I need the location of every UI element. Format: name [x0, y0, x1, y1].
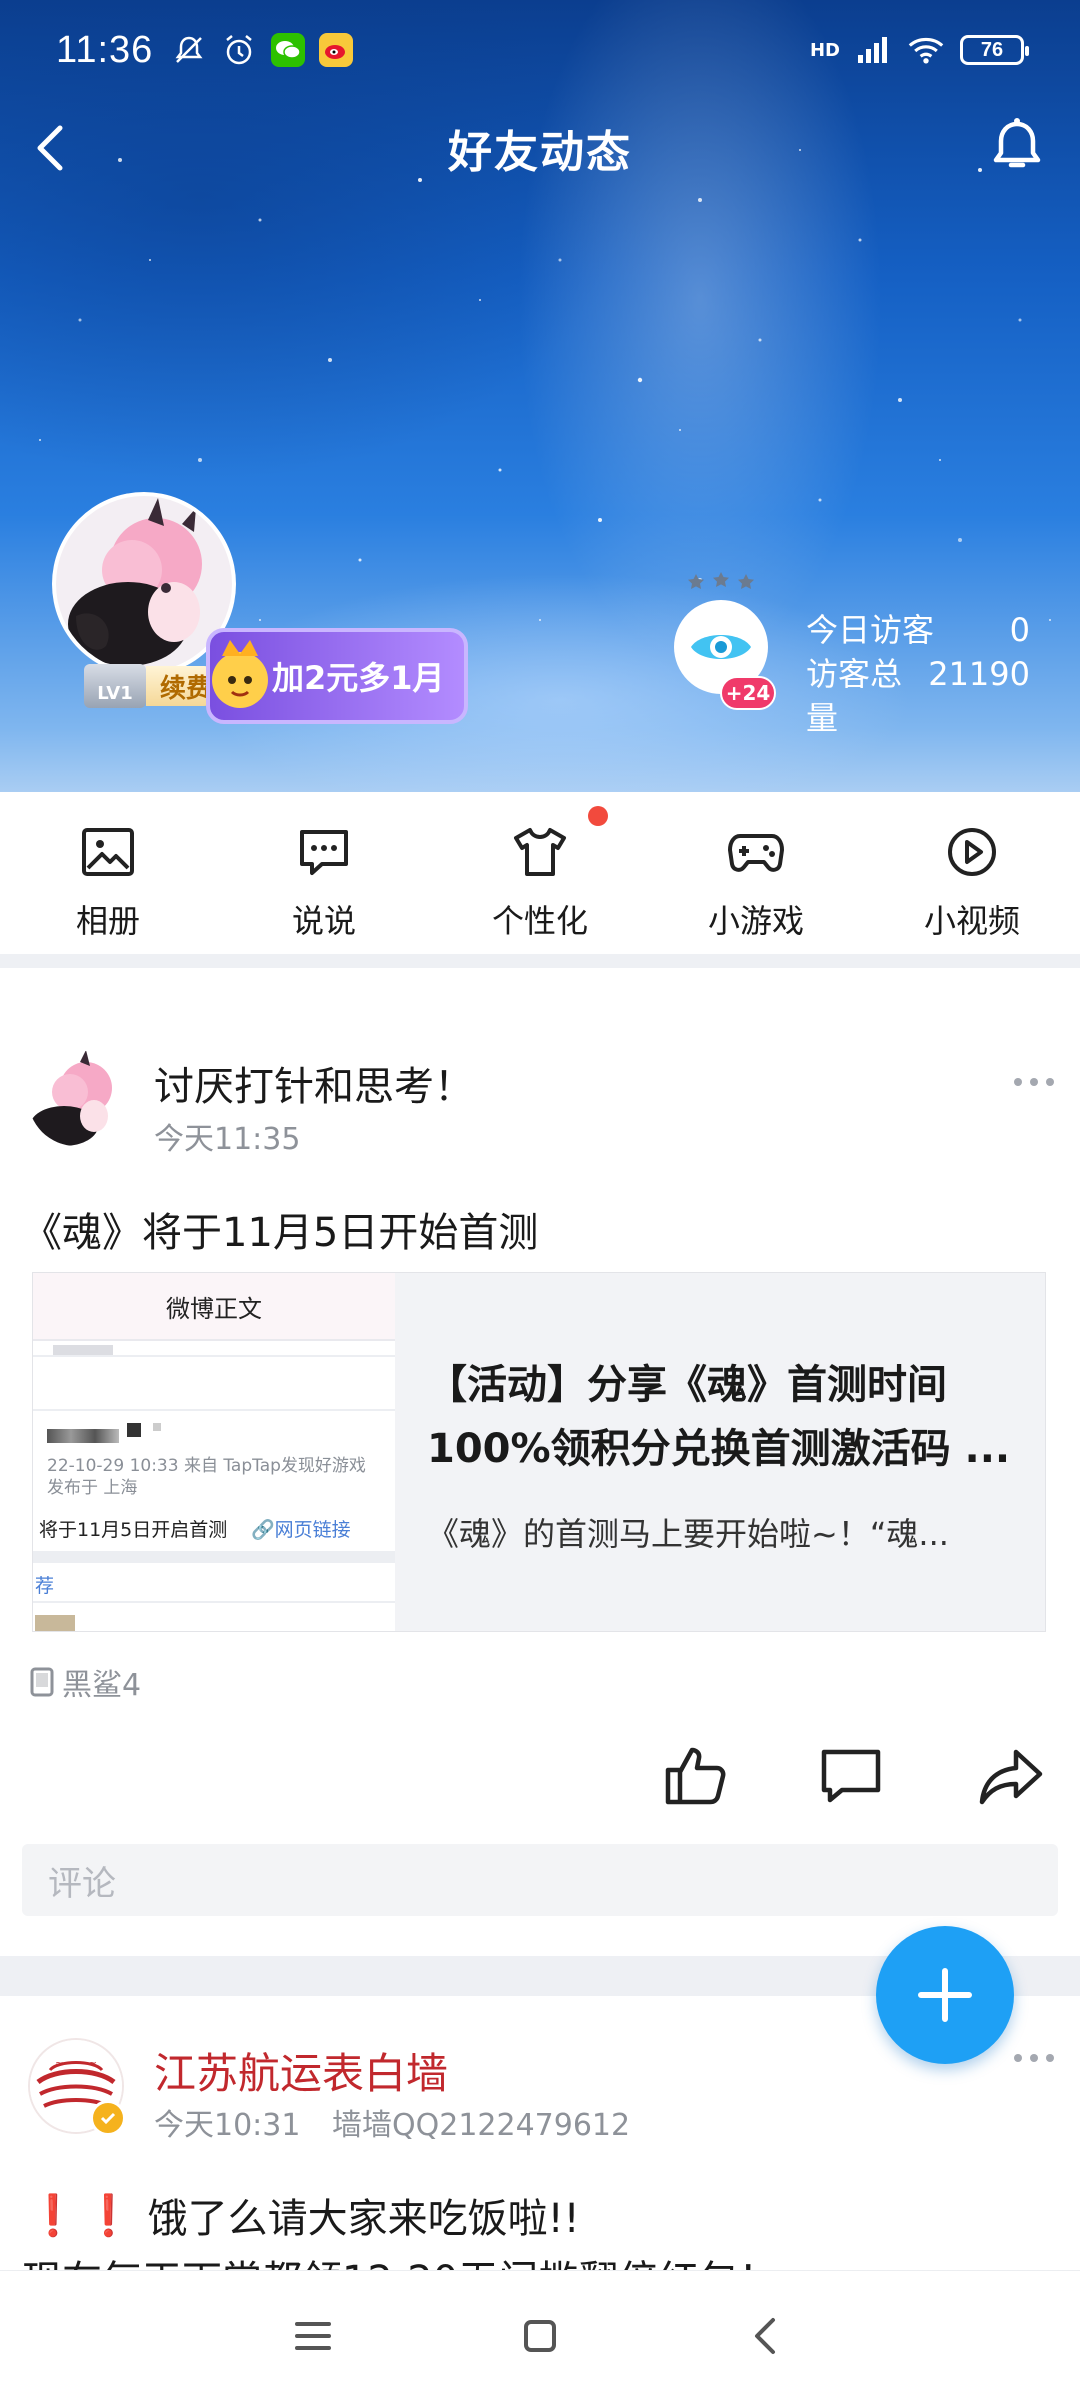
- post-meta: 今天10:31 墙墙QQ2122479612: [154, 2100, 630, 2144]
- total-visitors-label: 访客总量: [806, 655, 903, 737]
- shortcut-personalize[interactable]: 个性化: [432, 792, 648, 954]
- feed-post: 讨厌打针和思考！ 今天11:35 《魂》将于11月5日开始首测 微博正文 22-…: [0, 968, 1080, 1956]
- status-time: 11:36: [56, 28, 154, 71]
- checkmark-icon: [100, 2112, 116, 2125]
- profile-cover[interactable]: 11:36 HD 76 好友动态 LV1 续费 加2元多1月 +24 今日访客 …: [0, 0, 1080, 792]
- today-visitors-label: 今日访客: [806, 611, 935, 649]
- thumbnail-link-label: 网页链接: [274, 1519, 351, 1541]
- tshirt-icon: [514, 828, 566, 876]
- post-content: ❗❗ 饿了么请大家来吃饭啦!!: [28, 2186, 580, 2244]
- share-button[interactable]: [976, 1740, 1046, 1810]
- gamepad-icon: [728, 834, 784, 872]
- shortcut-label: 小游戏: [707, 902, 804, 940]
- thumbnail-header: 微博正文: [33, 1273, 395, 1341]
- share-arrow-icon: [979, 1749, 1043, 1805]
- shortcut-label: 个性化: [491, 902, 588, 940]
- svg-text:~~~~~: ~~~~~: [55, 2058, 97, 2069]
- shortcut-shortvideo[interactable]: 小视频: [864, 792, 1080, 954]
- thumbnail-location: 发布于 上海: [47, 1478, 138, 1498]
- stars-icon: [688, 572, 754, 589]
- post-time: 今天11:35: [154, 1122, 301, 1157]
- shortcut-bar: 相册 说说 个性化 小游戏 小视频: [0, 792, 1080, 954]
- device-tag-label: 黑鲨4: [62, 1668, 142, 1703]
- battery-icon: 76: [960, 35, 1029, 65]
- shortcut-label: 小视频: [923, 902, 1020, 940]
- post-source: 墙墙QQ2122479612: [332, 2108, 631, 2143]
- shortcut-minigames[interactable]: 小游戏: [648, 792, 864, 954]
- eye-icon: [691, 635, 751, 659]
- post-actions: [660, 1740, 1080, 1820]
- link-description: 《魂》的首测马上要开始啦~！“魂...: [427, 1515, 949, 1553]
- menu-button[interactable]: [283, 2306, 343, 2366]
- shared-link-card[interactable]: 微博正文 22-10-29 10:33 来自 TapTap发现好游戏 发布于 上…: [32, 1272, 1046, 1632]
- phone-icon: [30, 1667, 54, 1697]
- nav-back-button[interactable]: [737, 2306, 797, 2366]
- today-visitors-value: 0: [1009, 611, 1030, 649]
- wechat-icon: [271, 33, 306, 67]
- signal-icon: [856, 32, 892, 68]
- promo-banner[interactable]: 加2元多1月: [206, 628, 468, 724]
- chevron-left-icon: [37, 125, 63, 171]
- exclamation-icon: ❗❗: [28, 2192, 140, 2239]
- add-post-button[interactable]: [876, 1926, 1014, 2064]
- play-circle-icon: [948, 828, 996, 876]
- comment-icon: [821, 1749, 881, 1803]
- wifi-icon: [908, 32, 944, 68]
- chevron-left-icon: [754, 2317, 775, 2354]
- system-nav-bar: [0, 2270, 1080, 2400]
- shortcut-moments[interactable]: 说说: [216, 792, 432, 954]
- bell-icon: [993, 118, 1041, 168]
- mute-bell-icon: [171, 32, 207, 68]
- link-title: 【活动】分享《魂》首测时间 100%领积分兑换首测激活码 ...: [427, 1353, 1027, 1481]
- shortcut-album[interactable]: 相册: [0, 792, 216, 954]
- post-content-text: 饿了么请大家来吃饭啦!!: [147, 2196, 580, 2242]
- thumbs-up-icon: [665, 1747, 726, 1805]
- post-time: 今天10:31: [154, 2108, 301, 2143]
- section-divider: [0, 954, 1080, 968]
- verified-badge: [90, 2100, 126, 2136]
- thumbnail-tail: 荐: [35, 1575, 55, 1597]
- back-button[interactable]: [22, 118, 82, 178]
- thumbnail-text: 将于11月5日开启首测: [39, 1519, 228, 1541]
- weibo-icon: [319, 33, 354, 67]
- device-tag: 黑鲨4: [30, 1660, 141, 1704]
- network-type: HD: [809, 39, 840, 61]
- post-author-avatar[interactable]: [28, 1050, 124, 1146]
- post-author-name[interactable]: 江苏航运表白墙: [154, 2040, 448, 2101]
- alarm-icon: [221, 32, 257, 68]
- thumbnail-link: 🔗网页链接: [251, 1519, 351, 1541]
- more-options-icon[interactable]: [1012, 1072, 1056, 1092]
- shortcut-label: 说说: [291, 902, 356, 940]
- photo-album-icon: [82, 828, 134, 876]
- level-shield: LV1: [84, 664, 146, 708]
- page-title: 好友动态: [448, 127, 632, 178]
- total-visitors-value: 21190: [928, 655, 1030, 693]
- home-button[interactable]: [510, 2306, 570, 2366]
- status-bar: 11:36 HD 76: [0, 0, 1080, 100]
- chat-bubble-icon: [300, 830, 348, 875]
- red-dot-badge: [588, 806, 608, 826]
- shortcut-label: 相册: [75, 902, 140, 940]
- like-button[interactable]: [660, 1740, 730, 1810]
- post-content: 《魂》将于11月5日开始首测: [22, 1210, 539, 1256]
- link-title-line: 100%领积分兑换首测激活码 ...: [427, 1426, 1011, 1472]
- link-thumbnail: 微博正文 22-10-29 10:33 来自 TapTap发现好游戏 发布于 上…: [33, 1273, 395, 1631]
- mascot-icon: [212, 640, 268, 708]
- comment-input[interactable]: 评论: [22, 1844, 1058, 1916]
- hamburger-icon: [295, 2321, 332, 2350]
- visitor-stats[interactable]: 今日访客 0 访客总量 21190: [806, 608, 1030, 740]
- promo-text: 加2元多1月: [272, 659, 445, 697]
- comment-button[interactable]: [816, 1740, 886, 1810]
- title-bar: 好友动态: [0, 100, 1080, 196]
- link-title-line: 【活动】分享《魂》首测时间: [427, 1362, 947, 1408]
- post-author-name[interactable]: 讨厌打针和思考！: [154, 1054, 474, 1112]
- plus-icon: [918, 1968, 972, 2022]
- more-options-icon[interactable]: [1012, 2048, 1056, 2068]
- notification-button[interactable]: [982, 112, 1052, 182]
- visitor-increase-badge: +24: [720, 676, 776, 710]
- square-icon: [523, 2319, 556, 2352]
